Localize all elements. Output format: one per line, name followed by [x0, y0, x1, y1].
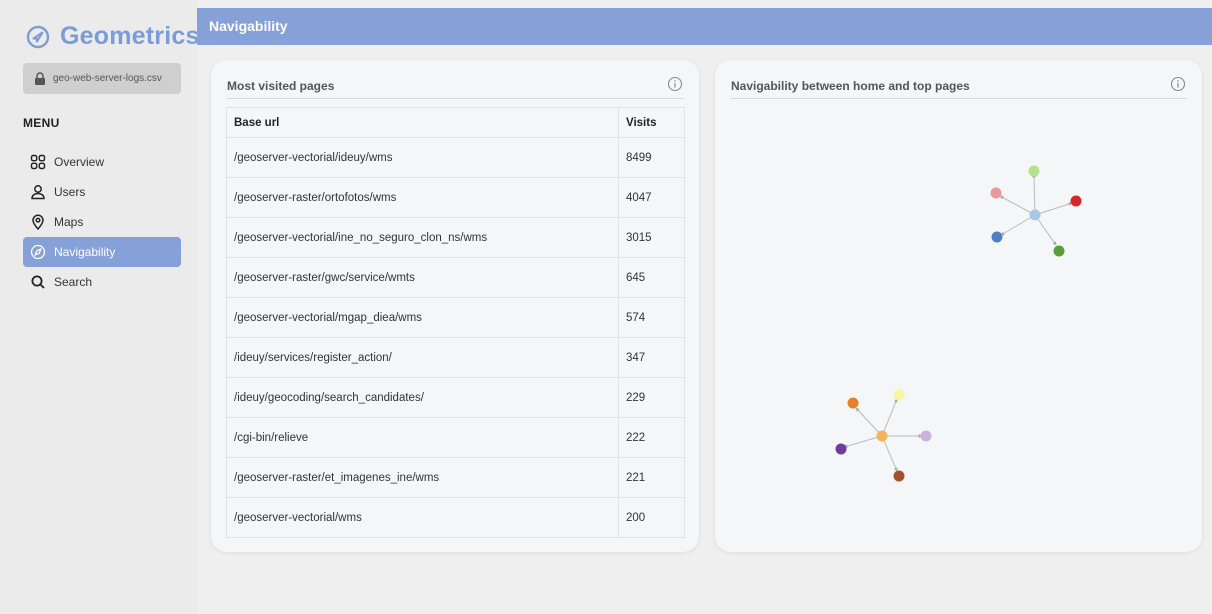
- app-logo[interactable]: Geometrics: [26, 22, 200, 51]
- cell-visits: 229: [618, 377, 685, 418]
- map-pin-icon: [32, 214, 44, 230]
- graph-node[interactable]: [835, 443, 847, 455]
- sidebar-item-users[interactable]: Users: [23, 177, 181, 207]
- cell-visits: 4047: [618, 177, 685, 218]
- table-row: /geoserver-vectorial/mgap_diea/wms 574: [226, 297, 685, 338]
- cell-url: /geoserver-vectorial/mgap_diea/wms: [226, 297, 619, 338]
- table-row: /cgi-bin/relieve 222: [226, 417, 685, 458]
- file-name: geo-web-server-logs.csv: [53, 73, 162, 84]
- card-title: Most visited pages: [227, 79, 335, 93]
- graph-node[interactable]: [893, 389, 905, 401]
- cell-visits: 3015: [618, 217, 685, 258]
- cell-url: /geoserver-raster/et_imagenes_ine/wms: [226, 457, 619, 498]
- menu-heading: MENU: [23, 116, 60, 130]
- graph-node[interactable]: [1028, 165, 1040, 177]
- navigability-graph-card: Navigability between home and top pages: [715, 60, 1202, 552]
- table-row: /geoserver-vectorial/wms 200: [226, 497, 685, 538]
- graph-edge: [1032, 173, 1037, 216]
- user-icon: [31, 185, 45, 200]
- sidebar: Geometrics geo-web-server-logs.csv MENU …: [0, 0, 200, 614]
- table-body: /geoserver-vectorial/ideuy/wms 8499 /geos…: [226, 137, 685, 538]
- visits-table: Base url Visits /geoserver-vectorial/ide…: [226, 107, 685, 538]
- cell-url: /geoserver-vectorial/ideuy/wms: [226, 137, 619, 178]
- sidebar-menu: Overview Users Maps Navigability Search: [23, 147, 181, 297]
- cell-url: /ideuy/services/register_action/: [226, 337, 619, 378]
- column-header-url[interactable]: Base url: [226, 107, 619, 138]
- grid-icon: [30, 154, 46, 170]
- network-graph[interactable]: [715, 60, 1202, 552]
- cell-url: /geoserver-vectorial/ine_no_seguro_clon_…: [226, 217, 619, 258]
- table-row: /geoserver-vectorial/ine_no_seguro_clon_…: [226, 217, 685, 258]
- sidebar-item-navigability[interactable]: Navigability: [23, 237, 181, 267]
- table-row: /geoserver-raster/et_imagenes_ine/wms 221: [226, 457, 685, 498]
- graph-node[interactable]: [991, 231, 1003, 243]
- sidebar-item-label: Maps: [54, 215, 84, 229]
- app-name: Geometrics: [60, 22, 200, 50]
- graph-cluster-2: [835, 389, 932, 482]
- graph-edge: [843, 435, 883, 448]
- cell-visits: 222: [618, 417, 685, 458]
- table-row: /geoserver-raster/gwc/service/wmts 645: [226, 257, 685, 298]
- table-row: /ideuy/geocoding/search_candidates/229: [226, 377, 685, 418]
- graph-cluster-1: [990, 165, 1082, 257]
- sidebar-item-label: Overview: [54, 155, 105, 169]
- graph-node[interactable]: [1070, 195, 1082, 207]
- graph-edge: [1000, 214, 1036, 236]
- sidebar-item-label: Users: [54, 185, 86, 199]
- sidebar-item-maps[interactable]: Maps: [23, 207, 181, 237]
- cell-url: /ideuy/geocoding/search_candidates/: [226, 377, 619, 418]
- cell-visits: 574: [618, 297, 685, 338]
- cell-url: /geoserver-vectorial/wms: [226, 497, 619, 538]
- graph-node[interactable]: [893, 470, 905, 482]
- most-visited-card: Most visited pages Base url Visits /geos…: [211, 60, 699, 552]
- search-icon: [31, 275, 45, 289]
- compass-icon: [30, 244, 46, 260]
- graph-node[interactable]: [847, 397, 859, 409]
- lock-icon: [35, 72, 45, 85]
- sidebar-item-label: Search: [54, 275, 93, 289]
- sidebar-item-search[interactable]: Search: [23, 267, 181, 297]
- graph-edge: [1034, 202, 1073, 216]
- table-row: /ideuy/services/register_action/347: [226, 337, 685, 378]
- graph-node[interactable]: [990, 187, 1002, 199]
- cell-url: /geoserver-raster/gwc/service/wmts: [226, 257, 619, 298]
- graph-edge: [881, 435, 898, 472]
- sidebar-item-label: Navigability: [54, 245, 116, 259]
- page-header: Navigability: [197, 8, 1212, 45]
- cell-url: /cgi-bin/relieve: [226, 417, 619, 458]
- graph-node[interactable]: [1053, 245, 1065, 257]
- table-row: /geoserver-raster/ortofotos/wms 4047: [226, 177, 685, 218]
- divider: [227, 98, 684, 99]
- table-header-row: Base url Visits: [226, 107, 685, 138]
- column-header-visits[interactable]: Visits: [618, 107, 685, 138]
- graph-edge: [855, 407, 883, 437]
- cell-url: /geoserver-raster/ortofotos/wms: [226, 177, 619, 218]
- cell-visits: 221: [618, 457, 685, 498]
- compass-logo-icon: [26, 25, 50, 48]
- info-icon[interactable]: [667, 76, 683, 92]
- page-title: Navigability: [209, 18, 288, 34]
- graph-edge: [999, 195, 1036, 216]
- graph-edge: [881, 398, 898, 437]
- cell-visits: 8499: [618, 137, 685, 178]
- cell-visits: 200: [618, 497, 685, 538]
- graph-node-hub[interactable]: [1029, 209, 1041, 221]
- sidebar-item-overview[interactable]: Overview: [23, 147, 181, 177]
- cell-visits: 347: [618, 337, 685, 378]
- file-selector[interactable]: geo-web-server-logs.csv: [23, 63, 181, 94]
- cell-visits: 645: [618, 257, 685, 298]
- table-row: /geoserver-vectorial/ideuy/wms 8499: [226, 137, 685, 178]
- graph-node[interactable]: [920, 430, 932, 442]
- graph-node-hub[interactable]: [876, 430, 888, 442]
